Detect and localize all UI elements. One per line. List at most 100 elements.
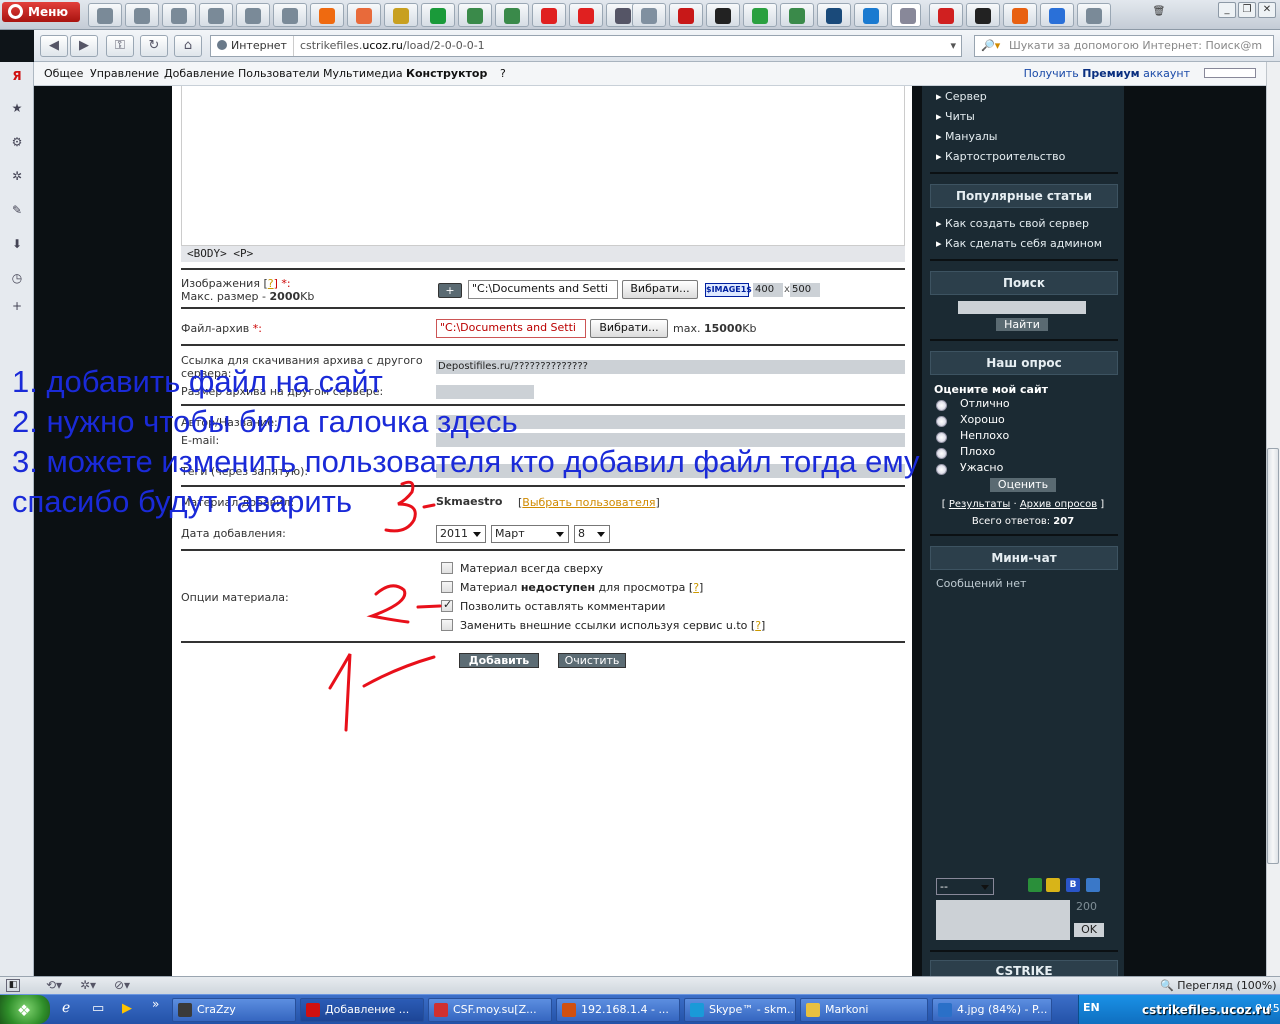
chat-message-input[interactable]: [936, 900, 1070, 940]
security-zone[interactable]: Интернет: [215, 36, 294, 56]
yandex-icon[interactable]: Я: [9, 68, 25, 84]
home-icon[interactable]: ⌂: [174, 35, 202, 57]
taskbar-item[interactable]: CSF.moy.su[Z...: [428, 998, 552, 1022]
chat-codes-icon[interactable]: [1086, 878, 1100, 892]
browser-tab[interactable]: [421, 3, 455, 27]
widgets-icon[interactable]: ⚙: [9, 134, 25, 150]
sidebar-link-manuals[interactable]: Мануалы: [936, 130, 997, 143]
tags-input[interactable]: [436, 464, 905, 478]
ucoz-menu-constructor[interactable]: Конструктор: [406, 67, 487, 80]
sidebar-search-input[interactable]: [958, 301, 1086, 314]
url-field[interactable]: Интернет cstrikefiles.ucoz.ru/load/2-0-0-…: [210, 35, 962, 57]
search-input[interactable]: 🔎▾ Шукати за допомогою Интернет: Поиск@m: [974, 35, 1274, 57]
browser-tab[interactable]: [891, 3, 921, 27]
taskbar-item[interactable]: 192.168.1.4 - ...: [556, 998, 680, 1022]
replace-links-checkbox[interactable]: [441, 619, 453, 631]
browser-tab[interactable]: [706, 3, 740, 27]
taskbar-item[interactable]: Markoni: [800, 998, 928, 1022]
language-indicator[interactable]: EN: [1083, 1001, 1100, 1014]
close-window-icon[interactable]: ✕: [1258, 2, 1276, 18]
poll-radio-2[interactable]: [936, 416, 947, 427]
poll-radio-4[interactable]: [936, 448, 947, 459]
chat-send-button[interactable]: OK: [1074, 923, 1104, 937]
key-icon[interactable]: ⚿: [106, 35, 134, 57]
unite-icon[interactable]: ✲: [9, 168, 25, 184]
day-select[interactable]: 8: [574, 525, 610, 543]
turbo-icon[interactable]: ⊘▾: [114, 978, 130, 992]
browser-tab[interactable]: [1040, 3, 1074, 27]
choose-user-link[interactable]: Выбрать пользователя: [522, 496, 655, 509]
browser-tab[interactable]: [569, 3, 603, 27]
image-tag[interactable]: $IMAGE1$: [705, 283, 752, 297]
sidebar-link-cheats[interactable]: Читы: [936, 110, 975, 123]
scrollbar-thumb[interactable]: [1267, 448, 1279, 864]
browser-tab[interactable]: [273, 3, 307, 27]
ucoz-slider[interactable]: [1204, 68, 1256, 78]
browser-tab[interactable]: [1077, 3, 1111, 27]
archive-size-input[interactable]: [436, 385, 534, 399]
archive-file-input[interactable]: "C:\Documents and Setti: [436, 319, 586, 338]
email-input[interactable]: [436, 433, 905, 447]
trash-icon[interactable]: 🗑: [1150, 5, 1168, 21]
opera-menu-button[interactable]: Меню: [2, 2, 80, 22]
browser-tab[interactable]: [817, 3, 851, 27]
panel-toggle-icon[interactable]: ◧: [6, 979, 20, 992]
poll-archive-link[interactable]: Архив опросов: [1020, 499, 1097, 510]
browser-tab[interactable]: [458, 3, 492, 27]
taskbar-item[interactable]: Skype™ - skm...: [684, 998, 796, 1022]
browser-tab[interactable]: [1003, 3, 1037, 27]
zoom-indicator[interactable]: 🔍 Перегляд (100%): [1160, 979, 1277, 992]
chat-bold-icon[interactable]: B: [1066, 878, 1080, 892]
browser-tab[interactable]: [199, 3, 233, 27]
ie-quicklaunch-icon[interactable]: ℯ: [62, 1000, 70, 1016]
ucoz-menu-general[interactable]: Общее: [44, 67, 83, 80]
premium-link[interactable]: Получить Премиум аккаунт: [1024, 67, 1190, 80]
downloads-icon[interactable]: ⬇: [9, 236, 25, 252]
image-file-input[interactable]: "C:\Documents and Setti: [468, 280, 618, 299]
browser-tab[interactable]: [669, 3, 703, 27]
reload-icon[interactable]: ↻: [140, 35, 168, 57]
browser-tab[interactable]: [125, 3, 159, 27]
browser-tab[interactable]: [632, 3, 666, 27]
always-top-checkbox[interactable]: [441, 562, 453, 574]
add-panel-icon[interactable]: +: [9, 298, 25, 314]
chat-smiley-select[interactable]: --: [936, 878, 994, 895]
month-select[interactable]: Март: [491, 525, 569, 543]
poll-radio-5[interactable]: [936, 464, 947, 475]
download-link-input[interactable]: Depostifiles.ru/??????????????: [436, 360, 905, 374]
browser-tab[interactable]: [236, 3, 270, 27]
ucoz-menu-users[interactable]: Пользователи: [238, 67, 320, 80]
ucoz-menu-manage[interactable]: Управление: [90, 67, 159, 80]
browser-tab[interactable]: [780, 3, 814, 27]
sidebar-search-button[interactable]: Найти: [996, 318, 1048, 331]
chevron-down-icon[interactable]: ▾: [950, 36, 956, 56]
quicklaunch-more-icon[interactable]: »: [152, 997, 159, 1011]
browser-tab[interactable]: [310, 3, 344, 27]
history-icon[interactable]: ◷: [9, 270, 25, 286]
browser-tab[interactable]: [854, 3, 888, 27]
browser-tab[interactable]: [495, 3, 529, 27]
browser-tab[interactable]: [88, 3, 122, 27]
sync-icon[interactable]: ⟲▾: [46, 978, 62, 992]
taskbar-item[interactable]: CraZzy: [172, 998, 296, 1022]
start-button[interactable]: ❖: [0, 995, 50, 1024]
chat-smiley-icon[interactable]: [1046, 878, 1060, 892]
browser-tab[interactable]: [929, 3, 963, 27]
notes-icon[interactable]: ✎: [9, 202, 25, 218]
html-editor[interactable]: [181, 86, 905, 246]
unite-status-icon[interactable]: ✲▾: [80, 978, 96, 992]
image-height-input[interactable]: 500: [790, 283, 820, 297]
ucoz-menu-add[interactable]: Добавление: [164, 67, 234, 80]
browser-tab[interactable]: [743, 3, 777, 27]
year-select[interactable]: 2011: [436, 525, 486, 543]
allow-comments-checkbox[interactable]: [441, 598, 453, 612]
bookmarks-icon[interactable]: ★: [9, 100, 25, 116]
sidebar-link-server[interactable]: Сервер: [936, 90, 987, 103]
media-quicklaunch-icon[interactable]: ▶: [122, 1001, 132, 1016]
back-icon[interactable]: ◀: [40, 35, 68, 57]
popular-link-admin[interactable]: Как сделать себя админом: [936, 237, 1102, 250]
browser-tab[interactable]: [162, 3, 196, 27]
author-input[interactable]: [436, 415, 905, 429]
restore-icon[interactable]: ❐: [1238, 2, 1256, 18]
browser-tab[interactable]: [384, 3, 418, 27]
